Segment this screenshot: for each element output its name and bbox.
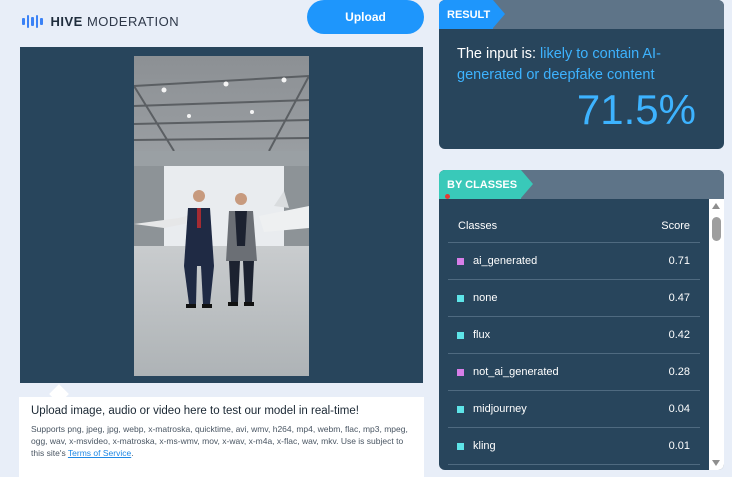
- column-score: Score: [661, 219, 690, 232]
- upload-info: Upload image, audio or video here to tes…: [19, 397, 424, 477]
- class-name: not_ai_generated: [473, 366, 559, 378]
- class-score: 0.28: [668, 366, 690, 378]
- classes-tag: BY CLASSES: [439, 170, 533, 199]
- class-score: 0.01: [668, 440, 690, 452]
- class-score: 0.47: [668, 292, 690, 304]
- result-verdict: The input is: likely to contain AI-gener…: [457, 46, 661, 83]
- table-row: not_ai_generated 0.28: [448, 354, 700, 391]
- result-percent: 71.5%: [576, 86, 696, 133]
- scroll-down-icon[interactable]: [712, 460, 720, 466]
- class-score: 0.04: [668, 403, 690, 415]
- scroll-up-icon[interactable]: [712, 203, 720, 209]
- class-name: flux: [473, 329, 491, 341]
- classes-scrollbar[interactable]: [709, 199, 724, 470]
- media-viewer: [20, 47, 423, 383]
- class-color-swatch: [457, 294, 464, 302]
- scroll-thumb[interactable]: [712, 217, 721, 241]
- class-name: none: [473, 292, 498, 304]
- result-tag: RESULT: [439, 0, 505, 29]
- class-color-swatch: [457, 331, 464, 339]
- class-color-swatch: [457, 368, 464, 376]
- column-classes: Classes: [458, 219, 498, 232]
- classes-table-header: Classes Score: [448, 209, 700, 243]
- classes-header: BY CLASSES: [439, 170, 724, 199]
- class-name: midjourney: [473, 403, 527, 415]
- class-score: 0.42: [668, 329, 690, 341]
- class-name: ai_generated: [473, 255, 538, 267]
- class-score: 0.71: [668, 255, 690, 267]
- status-dot: [445, 194, 450, 199]
- table-row: kling 0.01: [448, 428, 700, 465]
- result-header: RESULT: [439, 0, 724, 29]
- brand-name: HIVE MODERATION: [50, 13, 180, 29]
- uploaded-photo: [134, 56, 309, 376]
- classes-panel: BY CLASSES Classes Score ai_generated 0.…: [439, 170, 724, 470]
- hive-logo: HIVE MODERATION: [22, 12, 179, 30]
- upload-button[interactable]: Upload: [307, 0, 424, 34]
- terms-of-service-link[interactable]: Terms of Service: [68, 448, 131, 458]
- table-row: ai_generated 0.71: [448, 243, 700, 280]
- class-color-swatch: [457, 405, 464, 413]
- classes-table: Classes Score ai_generated 0.71 none 0.4…: [448, 209, 700, 465]
- upload-info-title: Upload image, audio or video here to tes…: [31, 405, 359, 417]
- result-panel: RESULT The input is: likely to contain A…: [439, 0, 724, 149]
- class-name: kling: [473, 440, 496, 452]
- table-row: flux 0.42: [448, 317, 700, 354]
- table-row: midjourney 0.04: [448, 391, 700, 428]
- class-color-swatch: [457, 257, 464, 265]
- supported-formats: Supports png, jpeg, jpg, webp, x-matrosk…: [31, 424, 408, 458]
- table-row: none 0.47: [448, 280, 700, 317]
- class-color-swatch: [457, 442, 464, 450]
- hive-logo-icon: [22, 14, 43, 28]
